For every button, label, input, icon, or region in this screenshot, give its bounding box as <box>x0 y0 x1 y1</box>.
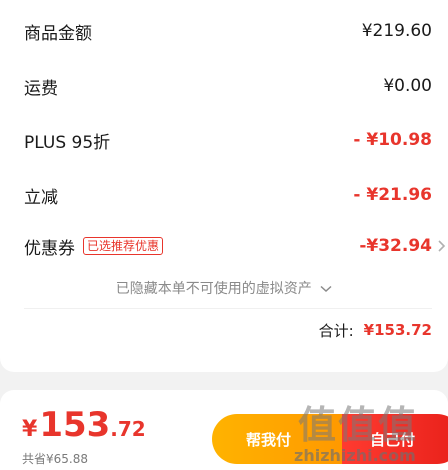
hidden-assets-toggle[interactable]: 已隐藏本单不可使用的虚拟资产 <box>0 278 448 300</box>
instant-discount-value: - ¥21.96 <box>353 185 432 205</box>
chevron-right-icon[interactable] <box>436 239 446 253</box>
row-coupon[interactable]: 优惠券 已选推荐优惠 -¥32.94 <box>24 231 432 261</box>
help-me-pay-button[interactable]: 帮我付 <box>212 414 342 464</box>
row-instant-discount: 立减 - ¥21.96 <box>24 180 432 210</box>
price-currency: ¥ <box>22 417 38 442</box>
final-price: ¥ 153 .72 <box>22 408 146 442</box>
instant-discount-label: 立减 <box>24 187 58 208</box>
coupon-recommended-tag: 已选推荐优惠 <box>83 237 164 255</box>
divider <box>24 308 432 309</box>
goods-amount-value: ¥219.60 <box>361 21 432 41</box>
row-goods-amount: 商品金额 ¥219.60 <box>24 16 432 46</box>
total-saved: 共省¥65.88 <box>22 452 88 466</box>
coupon-label-wrap: 优惠券 已选推荐优惠 <box>24 234 164 259</box>
coupon-label: 优惠券 <box>24 238 75 259</box>
total-value: ¥153.72 <box>363 321 432 339</box>
price-summary-card: 商品金额 ¥219.60 运费 ¥0.00 PLUS 95折 - ¥10.98 … <box>0 0 448 372</box>
row-shipping: 运费 ¥0.00 <box>24 71 432 101</box>
plus-discount-value: - ¥10.98 <box>353 130 432 150</box>
hidden-assets-text: 已隐藏本单不可使用的虚拟资产 <box>115 281 312 297</box>
chevron-down-icon <box>320 285 332 293</box>
checkout-bar: ¥ 153 .72 共省¥65.88 帮我付 自己付 <box>0 390 448 470</box>
price-integer: 153 <box>39 405 111 445</box>
total-row: 合计: ¥153.72 <box>319 317 432 343</box>
plus-discount-label: PLUS 95折 <box>24 132 111 153</box>
price-decimal: .72 <box>110 417 146 441</box>
shipping-value: ¥0.00 <box>383 76 432 96</box>
goods-amount-label: 商品金额 <box>24 23 92 44</box>
pay-myself-button[interactable]: 自己付 <box>342 414 448 464</box>
total-label: 合计: <box>318 321 354 340</box>
coupon-value: -¥32.94 <box>359 236 432 256</box>
shipping-label: 运费 <box>24 78 58 99</box>
row-plus-discount: PLUS 95折 - ¥10.98 <box>24 125 432 155</box>
